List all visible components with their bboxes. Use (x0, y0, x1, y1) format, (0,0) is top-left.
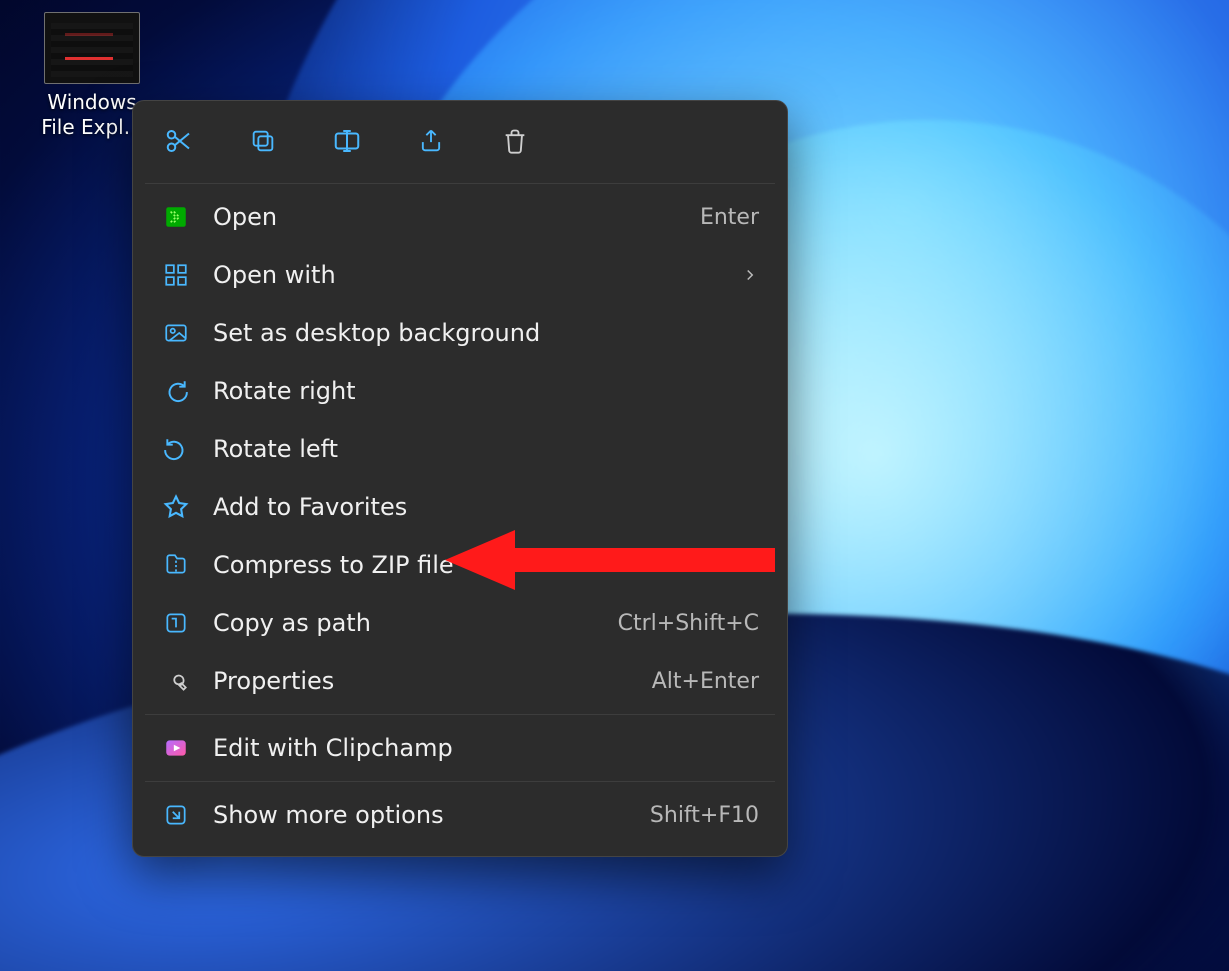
menu-properties[interactable]: Properties Alt+Enter (139, 652, 781, 710)
menu-properties-label: Properties (213, 667, 630, 695)
menu-open-with[interactable]: Open with (139, 246, 781, 304)
menu-separator (145, 781, 775, 782)
menu-rotate-left-label: Rotate left (213, 435, 759, 463)
menu-more-accel: Shift+F10 (650, 803, 759, 828)
star-icon (161, 492, 191, 522)
menu-separator (145, 183, 775, 184)
menu-zip-label: Compress to ZIP file (213, 551, 759, 579)
menu-rotate-left[interactable]: Rotate left (139, 420, 781, 478)
file-thumbnail (44, 12, 140, 84)
menu-more-label: Show more options (213, 801, 628, 829)
open-icon (161, 202, 191, 232)
share-icon (417, 127, 445, 155)
more-options-icon (161, 800, 191, 830)
rename-button[interactable] (327, 121, 367, 161)
menu-copy-as-path[interactable]: Copy as path Ctrl+Shift+C (139, 594, 781, 652)
scissors-icon (164, 126, 194, 156)
file-label: Windows File Expl... (41, 90, 143, 140)
menu-open[interactable]: Open Enter (139, 188, 781, 246)
copy-icon (249, 127, 277, 155)
menu-open-with-label: Open with (213, 261, 719, 289)
rotate-right-icon (161, 376, 191, 406)
copy-button[interactable] (243, 121, 283, 161)
menu-properties-accel: Alt+Enter (652, 669, 759, 694)
chevron-right-icon (741, 266, 759, 284)
copy-path-icon (161, 608, 191, 638)
zip-icon (161, 550, 191, 580)
menu-clipchamp-label: Edit with Clipchamp (213, 734, 759, 762)
context-menu: Open Enter Open with Set as desktop back… (132, 100, 788, 857)
menu-edit-clipchamp[interactable]: Edit with Clipchamp (139, 719, 781, 777)
menu-compress-zip[interactable]: Compress to ZIP file (139, 536, 781, 594)
trash-icon (501, 127, 529, 155)
picture-icon (161, 318, 191, 348)
context-menu-toolbar (139, 111, 781, 179)
menu-separator (145, 714, 775, 715)
cut-button[interactable] (159, 121, 199, 161)
menu-rotate-right[interactable]: Rotate right (139, 362, 781, 420)
menu-add-to-favorites[interactable]: Add to Favorites (139, 478, 781, 536)
menu-set-bg-label: Set as desktop background (213, 319, 759, 347)
menu-show-more-options[interactable]: Show more options Shift+F10 (139, 786, 781, 844)
rename-icon (332, 126, 362, 156)
wrench-icon (161, 666, 191, 696)
menu-favorites-label: Add to Favorites (213, 493, 759, 521)
menu-open-label: Open (213, 203, 678, 231)
menu-copy-path-accel: Ctrl+Shift+C (618, 611, 759, 636)
share-button[interactable] (411, 121, 451, 161)
menu-set-desktop-background[interactable]: Set as desktop background (139, 304, 781, 362)
menu-rotate-right-label: Rotate right (213, 377, 759, 405)
clipchamp-icon (161, 733, 191, 763)
delete-button[interactable] (495, 121, 535, 161)
rotate-left-icon (161, 434, 191, 464)
menu-copy-path-label: Copy as path (213, 609, 596, 637)
open-with-icon (161, 260, 191, 290)
menu-open-accel: Enter (700, 205, 759, 230)
